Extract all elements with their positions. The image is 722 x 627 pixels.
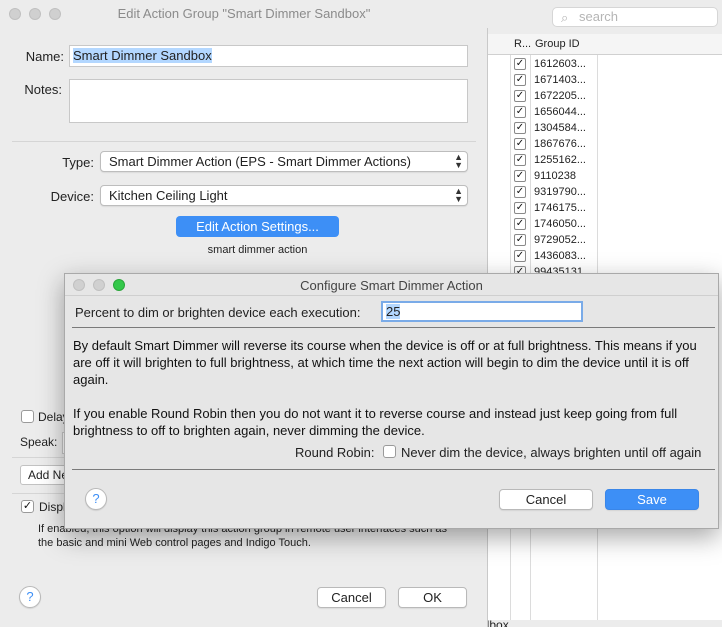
table-row[interactable]: ✓ 9729052... xyxy=(486,232,722,248)
group-id-cell: 1656044... xyxy=(534,106,586,118)
table-row[interactable]: ✓ 1672205... xyxy=(486,88,722,104)
type-value: Smart Dimmer Action (EPS - Smart Dimmer … xyxy=(109,154,411,169)
speak-label: Speak: xyxy=(20,435,58,449)
dialog-cancel-button[interactable]: Cancel xyxy=(499,489,593,510)
chevron-updown-icon: ▲ ▼ xyxy=(454,152,463,170)
table-row[interactable]: ✓ 1304584... xyxy=(486,120,722,136)
group-id-cell: 1672205... xyxy=(534,90,586,102)
round-robin-checkbox[interactable] xyxy=(383,445,396,458)
display-checkbox[interactable]: ✓ xyxy=(21,500,34,513)
notes-field[interactable] xyxy=(69,79,468,123)
row-checkbox[interactable]: ✓ xyxy=(514,138,526,150)
dialog-titlebar: Configure Smart Dimmer Action xyxy=(65,274,718,296)
row-checkbox[interactable]: ✓ xyxy=(514,202,526,214)
search-placeholder: search xyxy=(579,9,619,24)
column-header-r[interactable]: R... xyxy=(514,38,531,50)
group-id-cell: 1671403... xyxy=(534,74,586,86)
configure-dialog: Configure Smart Dimmer Action Percent to… xyxy=(64,273,719,529)
description-paragraph-1: By default Smart Dimmer will reverse its… xyxy=(73,338,697,387)
row-checkbox[interactable]: ✓ xyxy=(514,154,526,166)
group-id-cell: 1612603... xyxy=(534,58,586,70)
name-field[interactable]: Smart Dimmer Sandbox xyxy=(69,45,468,67)
divider xyxy=(12,457,64,458)
group-id-cell: 1746175... xyxy=(534,202,586,214)
row-checkbox[interactable]: ✓ xyxy=(514,186,526,198)
window-title: Edit Action Group "Smart Dimmer Sandbox" xyxy=(117,6,371,21)
group-id-cell: 9729052... xyxy=(534,234,586,246)
description-paragraph-2: If you enable Round Robin then you do no… xyxy=(73,406,678,438)
name-value: Smart Dimmer Sandbox xyxy=(73,48,212,63)
cancel-button[interactable]: Cancel xyxy=(317,587,386,608)
edit-action-settings-button[interactable]: Edit Action Settings... xyxy=(176,216,339,237)
device-popup[interactable]: Kitchen Ceiling Light ▲ ▼ xyxy=(100,185,468,206)
percent-field[interactable]: 25 xyxy=(381,301,583,322)
device-value: Kitchen Ceiling Light xyxy=(109,188,228,203)
row-checkbox[interactable]: ✓ xyxy=(514,250,526,262)
divider xyxy=(72,327,715,328)
divider xyxy=(12,141,476,142)
add-new-button[interactable]: Add New xyxy=(20,465,70,485)
ok-button[interactable]: OK xyxy=(398,587,467,608)
dialog-body: Percent to dim or brighten device each e… xyxy=(72,297,715,472)
divider xyxy=(72,469,715,470)
plugin-action-label: smart dimmer action xyxy=(207,244,308,256)
row-checkbox[interactable]: ✓ xyxy=(514,218,526,230)
search-field[interactable]: ⌕ search xyxy=(552,7,718,27)
table-row[interactable]: ✓ 9319790... xyxy=(486,184,722,200)
column-header-group-id[interactable]: Group ID xyxy=(535,38,580,50)
row-checkbox[interactable]: ✓ xyxy=(514,122,526,134)
round-robin-option: Never dim the device, always brighten un… xyxy=(401,445,702,460)
percent-label: Percent to dim or brighten device each e… xyxy=(75,305,361,320)
chevron-updown-icon: ▲ ▼ xyxy=(454,186,463,204)
row-checkbox[interactable]: ✓ xyxy=(514,234,526,246)
row-checkbox[interactable]: ✓ xyxy=(514,170,526,182)
notes-label: Notes: xyxy=(24,82,62,97)
group-id-cell: 1436083... xyxy=(534,250,586,262)
table-row[interactable]: ✓ 1671403... xyxy=(486,72,722,88)
percent-value: 25 xyxy=(386,304,401,319)
table-row[interactable]: ✓ 1746175... xyxy=(486,200,722,216)
table-row[interactable]: ✓ 1656044... xyxy=(486,104,722,120)
group-id-cell: 1867676... xyxy=(534,138,586,150)
row-checkbox[interactable]: ✓ xyxy=(514,58,526,70)
row-checkbox[interactable]: ✓ xyxy=(514,90,526,102)
row-checkbox[interactable]: ✓ xyxy=(514,106,526,118)
round-robin-label: Round Robin: xyxy=(295,445,375,460)
row-checkbox[interactable]: ✓ xyxy=(514,74,526,86)
group-id-cell: 1304584... xyxy=(534,122,586,134)
dialog-help-button[interactable]: ? xyxy=(85,488,107,510)
table-row[interactable]: ✓ 1612603... xyxy=(486,56,722,72)
help-button[interactable]: ? xyxy=(19,586,41,608)
type-label: Type: xyxy=(62,155,94,170)
table-row[interactable]: ✓ 1746050... xyxy=(486,216,722,232)
type-popup[interactable]: Smart Dimmer Action (EPS - Smart Dimmer … xyxy=(100,151,468,172)
table-row[interactable]: ✓ 9110238 xyxy=(486,168,722,184)
dialog-save-button[interactable]: Save xyxy=(605,489,699,510)
table-row[interactable]: ✓ 1867676... xyxy=(486,136,722,152)
table-row[interactable]: ✓ 1255162... xyxy=(486,152,722,168)
divider xyxy=(12,493,64,494)
window-titlebar: Edit Action Group "Smart Dimmer Sandbox" xyxy=(0,0,488,28)
group-id-cell: 9110238 xyxy=(534,170,577,182)
table-header: R... Group ID xyxy=(486,34,722,55)
table-row[interactable]: ✓ 1436083... xyxy=(486,248,722,264)
group-id-cell: 1255162... xyxy=(534,154,586,166)
search-icon: ⌕ xyxy=(561,10,569,25)
delay-checkbox[interactable] xyxy=(21,410,34,423)
group-id-cell: 9319790... xyxy=(534,186,586,198)
device-label: Device: xyxy=(50,189,94,204)
name-label: Name: xyxy=(25,49,64,64)
group-id-cell: 1746050... xyxy=(534,218,586,230)
dialog-title: Configure Smart Dimmer Action xyxy=(300,278,483,293)
